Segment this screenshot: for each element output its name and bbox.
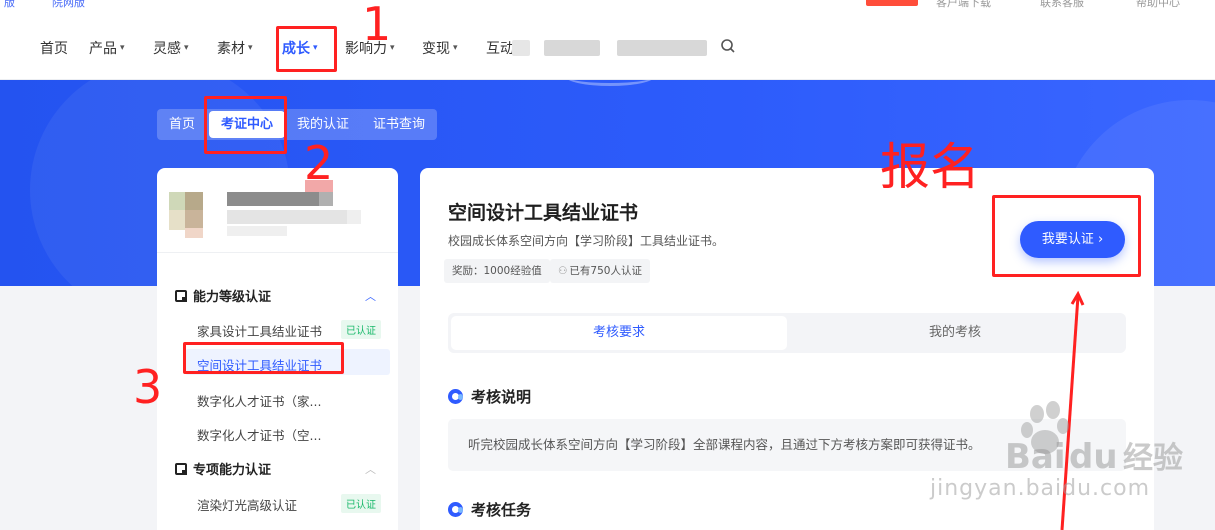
- top-link-help[interactable]: 帮助中心: [1136, 0, 1180, 10]
- blurred-nav-item: [617, 40, 707, 56]
- chevron-down-icon: ▾: [453, 43, 458, 53]
- nav-label: 灵感: [153, 41, 181, 57]
- section-header-ability[interactable]: 能力等级认证: [175, 286, 271, 305]
- sidebar-item-digital-talent-home[interactable]: 数字化人才证书（家...: [197, 391, 321, 410]
- certificate-icon: [175, 462, 187, 475]
- annotation-number-1: 1: [362, 0, 392, 51]
- top-promo-badge[interactable]: [866, 0, 918, 6]
- nav-item-materials[interactable]: 素材 ▾: [217, 38, 253, 58]
- tab-requirements[interactable]: 考核要求: [451, 316, 787, 350]
- nav-item-interaction[interactable]: 互动: [486, 38, 514, 58]
- cert-title: 空间设计工具结业证书: [448, 202, 639, 224]
- section-description-header: 考核说明: [448, 386, 531, 407]
- nav-label: 素材: [217, 41, 245, 57]
- chevron-down-icon: ▾: [184, 43, 189, 53]
- top-link-1[interactable]: 版: [4, 0, 15, 10]
- reward-tag: 奖励：1000经验值: [444, 259, 550, 283]
- nav-label: 产品: [89, 41, 117, 57]
- certified-badge: 已认证: [341, 494, 381, 513]
- banner-decoration: [565, 80, 655, 86]
- user-profile-blurred: [165, 180, 385, 240]
- annotation-number-2: 2: [304, 136, 334, 190]
- section-header-special[interactable]: 专项能力认证: [175, 459, 271, 478]
- certified-count-text: 已有750人认证: [569, 265, 642, 277]
- section-ring-icon: [448, 389, 463, 404]
- annotation-signup-text: 报名: [880, 138, 980, 196]
- chevron-up-icon[interactable]: ︿: [365, 288, 376, 304]
- tab-cert-query[interactable]: 证书查询: [363, 109, 435, 140]
- chevron-up-icon[interactable]: ︿: [365, 461, 376, 477]
- sidebar-item-furniture-cert[interactable]: 家具设计工具结业证书: [197, 321, 322, 340]
- certified-badge: 已认证: [341, 320, 381, 339]
- nav-item-products[interactable]: 产品 ▾: [89, 38, 125, 58]
- chevron-down-icon: ▾: [120, 43, 125, 53]
- annotation-box-apply: [992, 195, 1141, 277]
- section-ring-icon: [448, 502, 463, 517]
- sub-nav-tabs: 首页 考证中心 我的认证 证书查询: [157, 109, 437, 140]
- nav-item-monetize[interactable]: 变现 ▾: [422, 38, 458, 58]
- blurred-nav-item: [512, 40, 530, 56]
- cert-subtitle: 校园成长体系空间方向【学习阶段】工具结业证书。: [448, 234, 725, 248]
- certificate-icon: [175, 289, 187, 302]
- nav-item-inspiration[interactable]: 灵感 ▾: [153, 38, 189, 58]
- watermark-url: jingyan.baidu.com: [930, 476, 1151, 501]
- nav-label: 互动: [486, 41, 514, 57]
- certified-count-tag: ⚇ 已有750人认证: [550, 259, 650, 283]
- top-link-download[interactable]: 客户端下载: [936, 0, 991, 10]
- description-text: 听完校园成长体系空间方向【学习阶段】全部课程内容，且通过下方考核方案即可获得证书…: [448, 419, 1126, 471]
- blurred-nav-item: [544, 40, 600, 56]
- nav-item-home[interactable]: 首页: [40, 38, 68, 58]
- sidebar-item-digital-talent-space[interactable]: 数字化人才证书（空...: [197, 425, 321, 444]
- section-tasks-title: 考核任务: [471, 501, 532, 519]
- section-title: 专项能力认证: [193, 463, 272, 478]
- main-navbar: 首页 产品 ▾ 灵感 ▾ 素材 ▾ 成长 ▾ 影响力 ▾ 变现 ▾ 互动: [0, 14, 1215, 80]
- section-tasks-header: 考核任务: [448, 499, 531, 520]
- section-description-title: 考核说明: [471, 388, 532, 406]
- annotation-box-space-cert: [183, 342, 344, 374]
- search-icon[interactable]: [720, 38, 736, 54]
- annotation-box-exam-center: [204, 96, 287, 154]
- assessment-tabs: 考核要求 我的考核: [448, 313, 1126, 353]
- nav-label: 变现: [422, 41, 450, 57]
- top-link-contact[interactable]: 联系客服: [1040, 0, 1084, 10]
- section-title: 能力等级认证: [193, 290, 272, 305]
- top-utility-strip: 版 院网版 客户端下载 联系客服 帮助中心: [0, 0, 1215, 14]
- tab-home[interactable]: 首页: [157, 109, 207, 140]
- reward-text: 奖励：1000经验值: [452, 265, 542, 277]
- users-icon: ⚇: [558, 265, 568, 277]
- top-link-2[interactable]: 院网版: [52, 0, 85, 10]
- annotation-number-3: 3: [133, 360, 163, 414]
- annotation-box-growth: [276, 26, 337, 72]
- sidebar-item-lighting-cert[interactable]: 渲染灯光高级认证: [197, 495, 297, 514]
- chevron-down-icon: ▾: [248, 43, 253, 53]
- divider: [157, 252, 398, 253]
- nav-label: 首页: [40, 41, 68, 57]
